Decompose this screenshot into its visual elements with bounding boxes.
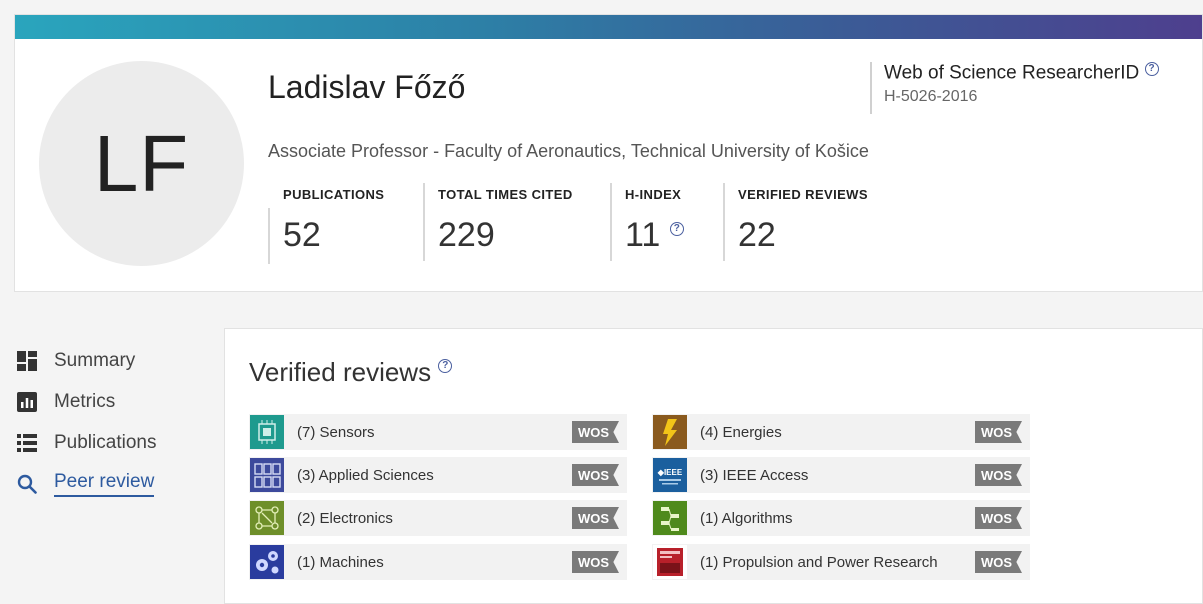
list-icon	[16, 432, 38, 454]
journal-label: (3) Applied Sciences	[297, 466, 434, 484]
journal-row[interactable]: (1) Algorithms WOS	[652, 500, 1030, 536]
metric-value: 52	[283, 216, 321, 254]
journal-cover-icon	[250, 501, 284, 535]
search-icon	[16, 473, 38, 495]
header-gradient-bar	[15, 15, 1202, 39]
researcher-name: Ladislav Főző	[268, 69, 466, 105]
metric-value: 22	[738, 216, 776, 254]
help-icon[interactable]: ?	[669, 222, 684, 236]
journal-cover-icon	[653, 415, 687, 449]
journal-label: (3) IEEE Access	[700, 466, 809, 484]
bar-chart-icon	[16, 391, 38, 413]
metric-value: 229	[438, 216, 495, 254]
verified-reviews-panel: Verified reviews ? (7) Sensors WOS (3) A…	[224, 328, 1203, 604]
journal-cover-icon	[250, 545, 284, 579]
wos-badge: WOS	[975, 464, 1022, 486]
metric-total-times-cited: TOTAL TIMES CITED 229	[423, 183, 573, 261]
help-icon[interactable]: ?	[438, 359, 453, 373]
journal-cover-icon	[250, 415, 284, 449]
researcher-id-title: Web of Science ResearcherID ?	[884, 62, 1159, 84]
researcher-id-value: H-5026-2016	[884, 88, 978, 106]
researcher-id-box: Web of Science ResearcherID ? H-5026-201…	[870, 62, 1159, 114]
sidebar-item-label: Summary	[54, 349, 136, 371]
sidebar-item-label: Peer review	[54, 471, 155, 497]
journal-label: (2) Electronics	[297, 509, 393, 527]
sidebar-item-metrics[interactable]: Metrics	[16, 381, 156, 422]
profile-card: LF Ladislav Főző Web of Science Research…	[14, 14, 1203, 292]
journal-cover-icon	[653, 501, 687, 535]
researcher-id-title-text: Web of Science ResearcherID	[884, 62, 1140, 84]
sidebar-item-label: Publications	[54, 431, 157, 453]
journal-row[interactable]: (4) Energies WOS	[652, 414, 1030, 450]
wos-badge: WOS	[975, 421, 1022, 443]
wos-badge: WOS	[572, 551, 619, 573]
metric-label: H-INDEX	[625, 187, 682, 202]
wos-badge: WOS	[975, 551, 1022, 573]
sidebar-item-peer-review[interactable]: Peer review	[16, 463, 156, 504]
journal-label: (4) Energies	[700, 423, 782, 441]
h-index-value: 11	[625, 216, 661, 254]
journal-row[interactable]: (1) Propulsion and Power Research WOS	[652, 544, 1030, 580]
journal-label: (1) Algorithms	[700, 509, 793, 527]
metric-label: TOTAL TIMES CITED	[438, 187, 573, 202]
metric-value: 11 ?	[625, 216, 684, 255]
journal-cover-icon: ◆IEEE	[653, 458, 687, 492]
section-title: Verified reviews ?	[249, 357, 453, 388]
journal-row[interactable]: (3) Applied Sciences WOS	[249, 457, 627, 493]
journal-row[interactable]: (1) Machines WOS	[249, 544, 627, 580]
sidebar-item-label: Metrics	[54, 390, 116, 412]
wos-badge: WOS	[572, 421, 619, 443]
help-icon[interactable]: ?	[1144, 62, 1159, 76]
wos-badge: WOS	[572, 464, 619, 486]
metric-label: PUBLICATIONS	[283, 187, 385, 202]
journal-label: (1) Propulsion and Power Research	[700, 553, 938, 571]
sidebar-item-summary[interactable]: Summary	[16, 340, 156, 381]
wos-badge: WOS	[975, 507, 1022, 529]
journal-cover-icon	[653, 545, 687, 579]
avatar: LF	[39, 61, 244, 266]
journal-cover-icon	[250, 458, 284, 492]
section-title-text: Verified reviews	[249, 357, 432, 387]
sidebar-item-publications[interactable]: Publications	[16, 422, 156, 463]
affiliation: Associate Professor - Faculty of Aeronau…	[268, 141, 869, 161]
dashboard-icon	[16, 350, 38, 372]
metric-publications: PUBLICATIONS 52	[268, 183, 385, 264]
journal-label: (7) Sensors	[297, 423, 375, 441]
journal-row[interactable]: (2) Electronics WOS	[249, 500, 627, 536]
journal-row[interactable]: (7) Sensors WOS	[249, 414, 627, 450]
metric-verified-reviews: VERIFIED REVIEWS 22	[723, 183, 868, 261]
metric-h-index: H-INDEX 11 ?	[610, 183, 684, 261]
metric-label: VERIFIED REVIEWS	[738, 187, 868, 202]
sidebar-nav: Summary Metrics Publications Peer review	[16, 340, 156, 504]
journal-row[interactable]: ◆IEEE (3) IEEE Access WOS	[652, 457, 1030, 493]
wos-badge: WOS	[572, 507, 619, 529]
svg-text:◆IEEE: ◆IEEE	[657, 468, 683, 477]
journal-label: (1) Machines	[297, 553, 384, 571]
